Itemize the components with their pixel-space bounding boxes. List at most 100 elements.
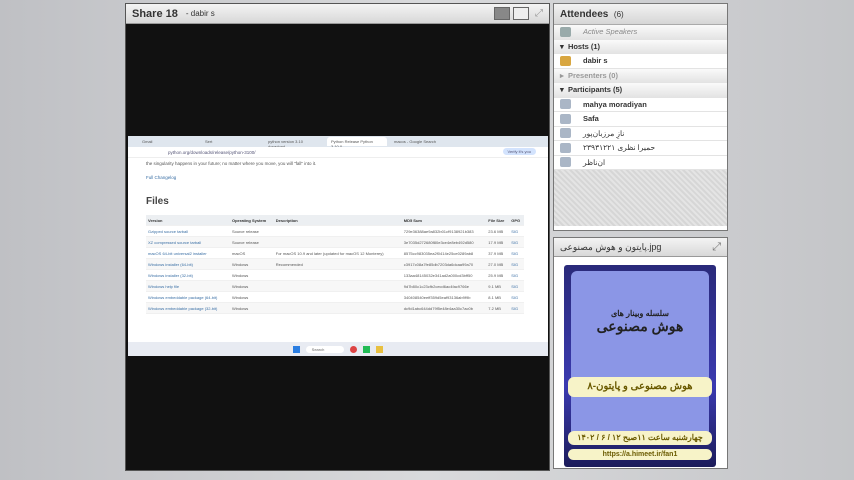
table-cell: Windows (229, 280, 274, 292)
fullscreen-icon[interactable]: ⤢ (535, 8, 543, 19)
attendee-participant[interactable]: نازِ مرزبان‌پور (554, 127, 727, 141)
hosts-section[interactable]: ▾ Hosts (1) (554, 39, 727, 54)
table-cell (273, 236, 402, 248)
participant-icon (560, 128, 571, 139)
attendee-participant[interactable]: Safa (554, 112, 727, 127)
column-header: Operating System (229, 215, 274, 226)
poster-link: https://a.himeet.ir/fan1 (568, 449, 712, 460)
browser-tab[interactable]: macos - Google Search (390, 137, 450, 146)
table-cell (273, 269, 402, 281)
share-pod-titlebar: Share 18 - dabir s ⤢ (126, 4, 549, 24)
table-cell: 8575cc983035ea2f0414e25ce0289ab8 (401, 247, 487, 259)
participant-icon (560, 113, 571, 124)
attendees-pod: Attendees (6) Active Speakers ▾ Hosts (1… (553, 3, 728, 231)
phone-icon (560, 26, 571, 37)
attendees-title: Attendees (560, 8, 609, 20)
table-cell: 27.0 MB (486, 258, 510, 270)
browser-tab[interactable]: Gmail (138, 137, 198, 146)
host-icon (560, 55, 571, 66)
table-cell: Recommended (273, 258, 402, 270)
table-cell: 17.9 MB (486, 236, 510, 248)
terminal-icon[interactable] (363, 345, 371, 353)
table-cell: 340408540eeff359d5eaf93136ab9f9b (401, 291, 487, 303)
table-cell: Source release (229, 225, 274, 237)
standard-view-button[interactable] (494, 7, 510, 20)
table-cell: Windows (229, 258, 274, 270)
share-title: Share 18 (132, 7, 178, 20)
windows-start-icon[interactable] (292, 345, 300, 353)
column-header: Description (273, 215, 402, 226)
table-cell: 729e36388ae9a832b01cf9138921b383 (401, 225, 487, 237)
file-link[interactable]: macOS 64-bit universal2 installer (146, 247, 230, 259)
browser-tab[interactable]: Sert (201, 137, 261, 146)
table-cell: 3e7035d272680f80e3ce4e8eb492d580 (401, 236, 487, 248)
sig-link[interactable]: SIG (509, 302, 524, 314)
column-header: Version (146, 215, 230, 226)
presenters-section[interactable]: ▸ Presenters (0) (554, 68, 727, 83)
address-bar[interactable]: python.org/downloads/release/python-3100… (128, 147, 548, 158)
sig-link[interactable]: SIG (509, 225, 524, 237)
file-link[interactable]: Windows help file (146, 280, 230, 292)
table-cell: dc9d1abc644dd79f5e48e4aa30c7ac0b (401, 302, 487, 314)
attendee-participant[interactable]: ان‌ناظر (554, 156, 727, 170)
sig-link[interactable]: SIG (509, 236, 524, 248)
table-cell (273, 291, 402, 303)
table-cell: 133aa48145032e341ad2a000cd3bff50 (401, 269, 487, 281)
changelog-link[interactable]: Full Changelog (146, 175, 530, 180)
sig-link[interactable]: SIG (509, 258, 524, 270)
file-link[interactable]: Windows installer (32-bit) (146, 269, 230, 281)
file-link[interactable]: Windows embeddable package (32-bit) (146, 302, 230, 314)
fit-view-button[interactable] (513, 7, 529, 20)
browser-tabs: Gmail Sert python version 3.10 download … (128, 136, 548, 149)
participants-section[interactable]: ▾ Participants (5) (554, 83, 727, 98)
folder-icon[interactable] (376, 345, 384, 353)
table-cell: c3917c08a7fe85db7203da6dcaa99a70 (401, 258, 487, 270)
file-link[interactable]: Windows installer (64-bit) (146, 258, 230, 270)
attendee-host[interactable]: dabir s (554, 54, 727, 69)
file-link[interactable]: Gzipped source tarball (146, 225, 230, 237)
table-cell: 37.9 MB (486, 247, 510, 259)
files-table: Version Operating System Description MD5 Su… (146, 215, 524, 314)
browser-tab-active[interactable]: Python Release Python 3.10.0 (327, 137, 387, 149)
share-pod: Share 18 - dabir s ⤢ Gmail Sert python v… (125, 3, 550, 471)
column-header: GPG (509, 215, 524, 226)
poster-date: چهارشنبه ساعت ۱۱صبح ۱۲ / ۶ / ۱۴۰۲ (568, 431, 712, 445)
participant-icon (560, 157, 571, 168)
file-link[interactable]: Windows embeddable package (64-bit) (146, 291, 230, 303)
taskbar-search[interactable]: Search (305, 345, 345, 353)
table-row: Windows help file Windows 9d7b80c1c23cfb2c… (146, 280, 524, 292)
fullscreen-icon[interactable]: ⤢ (712, 241, 721, 254)
table-cell (273, 302, 402, 314)
table-cell: 23.6 MB (486, 225, 510, 237)
shared-screen: Gmail Sert python version 3.10 download … (128, 136, 548, 356)
sig-link[interactable]: SIG (509, 247, 524, 259)
sig-link[interactable]: SIG (509, 280, 524, 292)
table-cell: macOS (229, 247, 274, 259)
table-cell: 7.2 MB (486, 302, 510, 314)
windows-taskbar: Search (128, 342, 548, 356)
table-row: XZ compressed source tarball Source relea… (146, 236, 524, 248)
column-header: File Size (486, 215, 510, 226)
participant-icon (560, 99, 571, 110)
table-row: Gzipped source tarball Source release 729e… (146, 225, 524, 237)
chrome-icon[interactable] (350, 345, 358, 353)
sig-link[interactable]: SIG (509, 291, 524, 303)
poster-series: سلسله وبینار های (610, 309, 669, 318)
table-row: Windows embeddable package (32-bit) Windo… (146, 302, 524, 314)
table-cell: 25.9 MB (486, 269, 510, 281)
browser-tab[interactable]: python version 3.10 download (264, 137, 324, 149)
image-pod: پایتون و هوش مصنوعی.jpg ⤢ سلسله وبینار ها… (553, 237, 728, 469)
table-cell: 9.1 MB (486, 280, 510, 292)
table-row: Windows installer (32-bit) Windows 133aa48… (146, 269, 524, 281)
image-pod-title: پایتون و هوش مصنوعی.jpg (560, 241, 662, 252)
attendee-participant[interactable]: ۲۳۹۳۱۲۲۱ حمیرا نظری (554, 141, 727, 156)
poster-topic: هوش مصنوعی (596, 318, 684, 334)
sig-link[interactable]: SIG (509, 269, 524, 281)
attendees-count: (6) (613, 9, 624, 19)
files-heading: Files (146, 196, 169, 207)
table-row: Windows embeddable package (64-bit) Windo… (146, 291, 524, 303)
attendee-participant[interactable]: mahya moradiyan (554, 98, 727, 112)
verify-button[interactable]: Verify it's you (502, 148, 536, 155)
url-text: python.org/downloads/release/python-3100… (168, 150, 256, 155)
file-link[interactable]: XZ compressed source tarball (146, 236, 230, 248)
